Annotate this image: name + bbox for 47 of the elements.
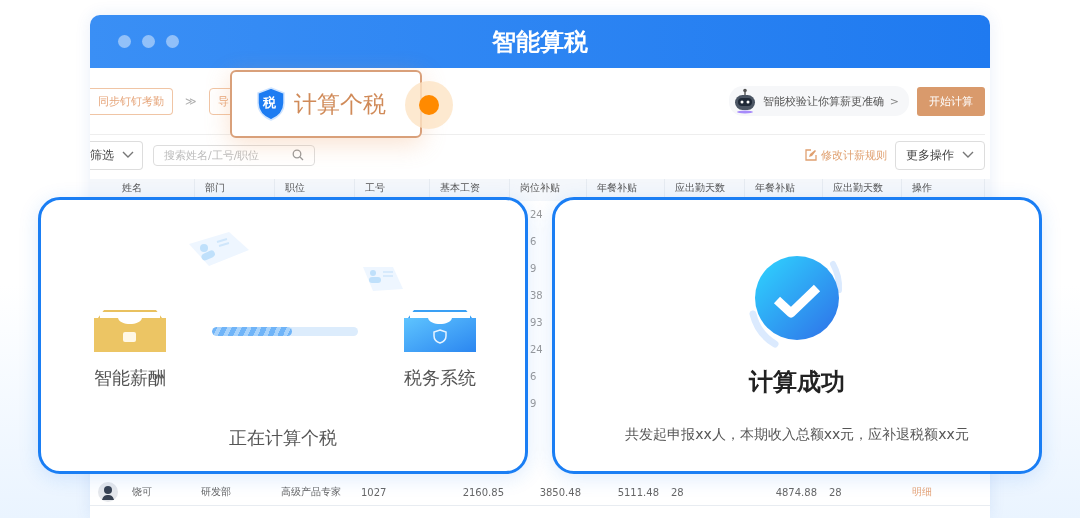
target-label: 税务系统 xyxy=(404,366,476,390)
chevron-icon xyxy=(122,151,134,159)
avatar-icon xyxy=(98,482,118,502)
step-button[interactable]: 同步钉钉考勤 xyxy=(90,87,173,115)
table-cell-text: 38 xyxy=(530,290,543,303)
table-cell-text: 2160.85 xyxy=(461,486,505,498)
source-label: 智能薪酬 xyxy=(94,366,166,390)
table-cell-text: 28 xyxy=(670,486,685,498)
result-title: 计算成功 xyxy=(749,367,845,398)
window-dots-icon xyxy=(118,35,179,48)
folder-icon xyxy=(94,308,166,354)
more-actions-dropdown[interactable]: 更多操作 xyxy=(895,140,985,170)
folder-icon xyxy=(404,308,476,354)
result-message: 共发起申报xx人，本期收入总额xx元，应补退税额xx元 xyxy=(625,426,969,444)
robot-icon xyxy=(732,88,757,114)
edit-rules-link[interactable]: 修改计薪规则 xyxy=(805,147,887,163)
table-cell-text: 9 xyxy=(530,263,538,276)
popup-label: 计算个税 xyxy=(294,89,386,119)
table-cell-text: 研发部 xyxy=(200,485,232,499)
table-cell-text: 高级产品专家 xyxy=(280,485,342,499)
chevron-icon xyxy=(962,151,974,159)
tip-arrow: > xyxy=(889,94,899,108)
search-icon xyxy=(292,149,304,161)
table-cell-text: 6 xyxy=(530,236,538,249)
table-cell-text: 93 xyxy=(530,317,543,330)
tip-pill[interactable]: 智能校验让你算薪更准确 > xyxy=(728,86,909,116)
table-cell-text: 24 xyxy=(530,344,543,357)
start-button[interactable]: 开始计算 xyxy=(917,86,985,116)
table-cell-text: 5111.48 xyxy=(616,486,660,498)
table-cell-text: 6 xyxy=(530,371,538,384)
detail-link[interactable]: 明细 xyxy=(902,485,985,499)
table-cell-text: 4874.88 xyxy=(774,486,818,498)
table-cell: 饶可 xyxy=(132,485,152,499)
filter-dropdown[interactable]: 筛选 xyxy=(90,140,143,170)
table-cell-text: 28 xyxy=(828,486,843,498)
badge-text: 税 xyxy=(263,94,276,112)
window-title: 智能算税 xyxy=(492,26,588,58)
step-dot-icon xyxy=(404,80,454,130)
step-arrow: ≫ xyxy=(185,94,197,108)
edit-icon xyxy=(805,149,817,161)
table-cell-text: 24 xyxy=(530,209,543,222)
table-cell-text: 9 xyxy=(530,398,538,411)
tip-text: 智能校验让你算薪更准确 xyxy=(762,93,884,109)
table-cell-text: 1027 xyxy=(360,486,388,498)
status-text: 正在计算个税 xyxy=(228,426,338,450)
shield-icon xyxy=(256,87,286,121)
table-cell-text: 3850.48 xyxy=(538,486,582,498)
